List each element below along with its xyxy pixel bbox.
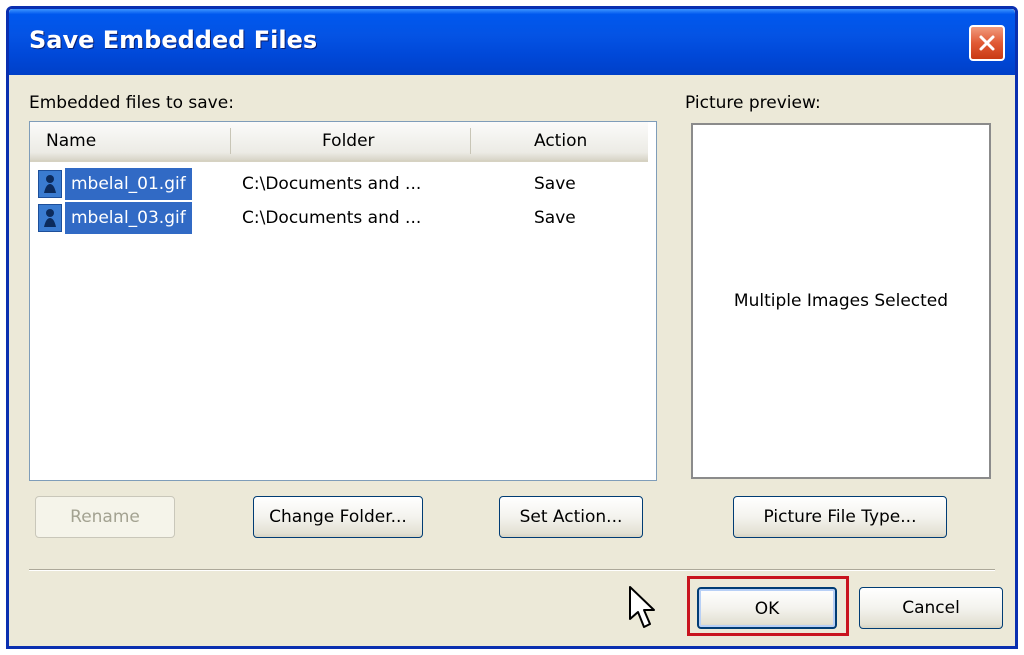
file-name: mbelal_01.gif (65, 168, 192, 200)
preview-message: Multiple Images Selected (733, 291, 949, 311)
dialog-title: Save Embedded Files (29, 26, 318, 54)
title-bar[interactable]: Save Embedded Files (9, 9, 1015, 75)
file-name-cell[interactable]: mbelal_03.gif (38, 202, 192, 234)
column-header-folder[interactable]: Folder (322, 122, 375, 160)
close-button[interactable] (969, 25, 1005, 61)
table-row[interactable]: mbelal_01.gif C:\Documents and ... Save (30, 168, 656, 200)
close-icon (979, 35, 995, 51)
rename-button[interactable]: Rename (35, 496, 175, 538)
column-separator[interactable] (470, 128, 471, 154)
picture-preview-label: Picture preview: (685, 93, 821, 113)
table-row[interactable]: mbelal_03.gif C:\Documents and ... Save (30, 202, 656, 234)
file-action: Save (534, 174, 576, 194)
ok-highlight-box (687, 576, 849, 636)
file-folder: C:\Documents and ... (242, 208, 422, 228)
image-file-icon (38, 204, 62, 232)
picture-preview-pane: Multiple Images Selected (691, 123, 991, 479)
column-header-action[interactable]: Action (534, 122, 587, 160)
column-header-name[interactable]: Name (46, 122, 96, 160)
save-embedded-files-dialog: Save Embedded Files Embedded files to sa… (6, 6, 1018, 649)
divider (29, 569, 995, 571)
cancel-button[interactable]: Cancel (859, 587, 1003, 629)
mouse-cursor-icon (629, 586, 655, 628)
file-name: mbelal_03.gif (65, 202, 192, 234)
embedded-files-label: Embedded files to save: (29, 93, 234, 113)
file-name-cell[interactable]: mbelal_01.gif (38, 168, 192, 200)
file-action: Save (534, 208, 576, 228)
embedded-files-list[interactable]: Name Folder Action mbelal_01.gif C:\Docu… (29, 121, 657, 481)
change-folder-button[interactable]: Change Folder... (253, 496, 423, 538)
picture-file-type-button[interactable]: Picture File Type... (733, 496, 947, 538)
image-file-icon (38, 170, 62, 198)
set-action-button[interactable]: Set Action... (499, 496, 643, 538)
list-header: Name Folder Action (30, 122, 648, 162)
column-separator[interactable] (230, 128, 231, 154)
file-folder: C:\Documents and ... (242, 174, 422, 194)
